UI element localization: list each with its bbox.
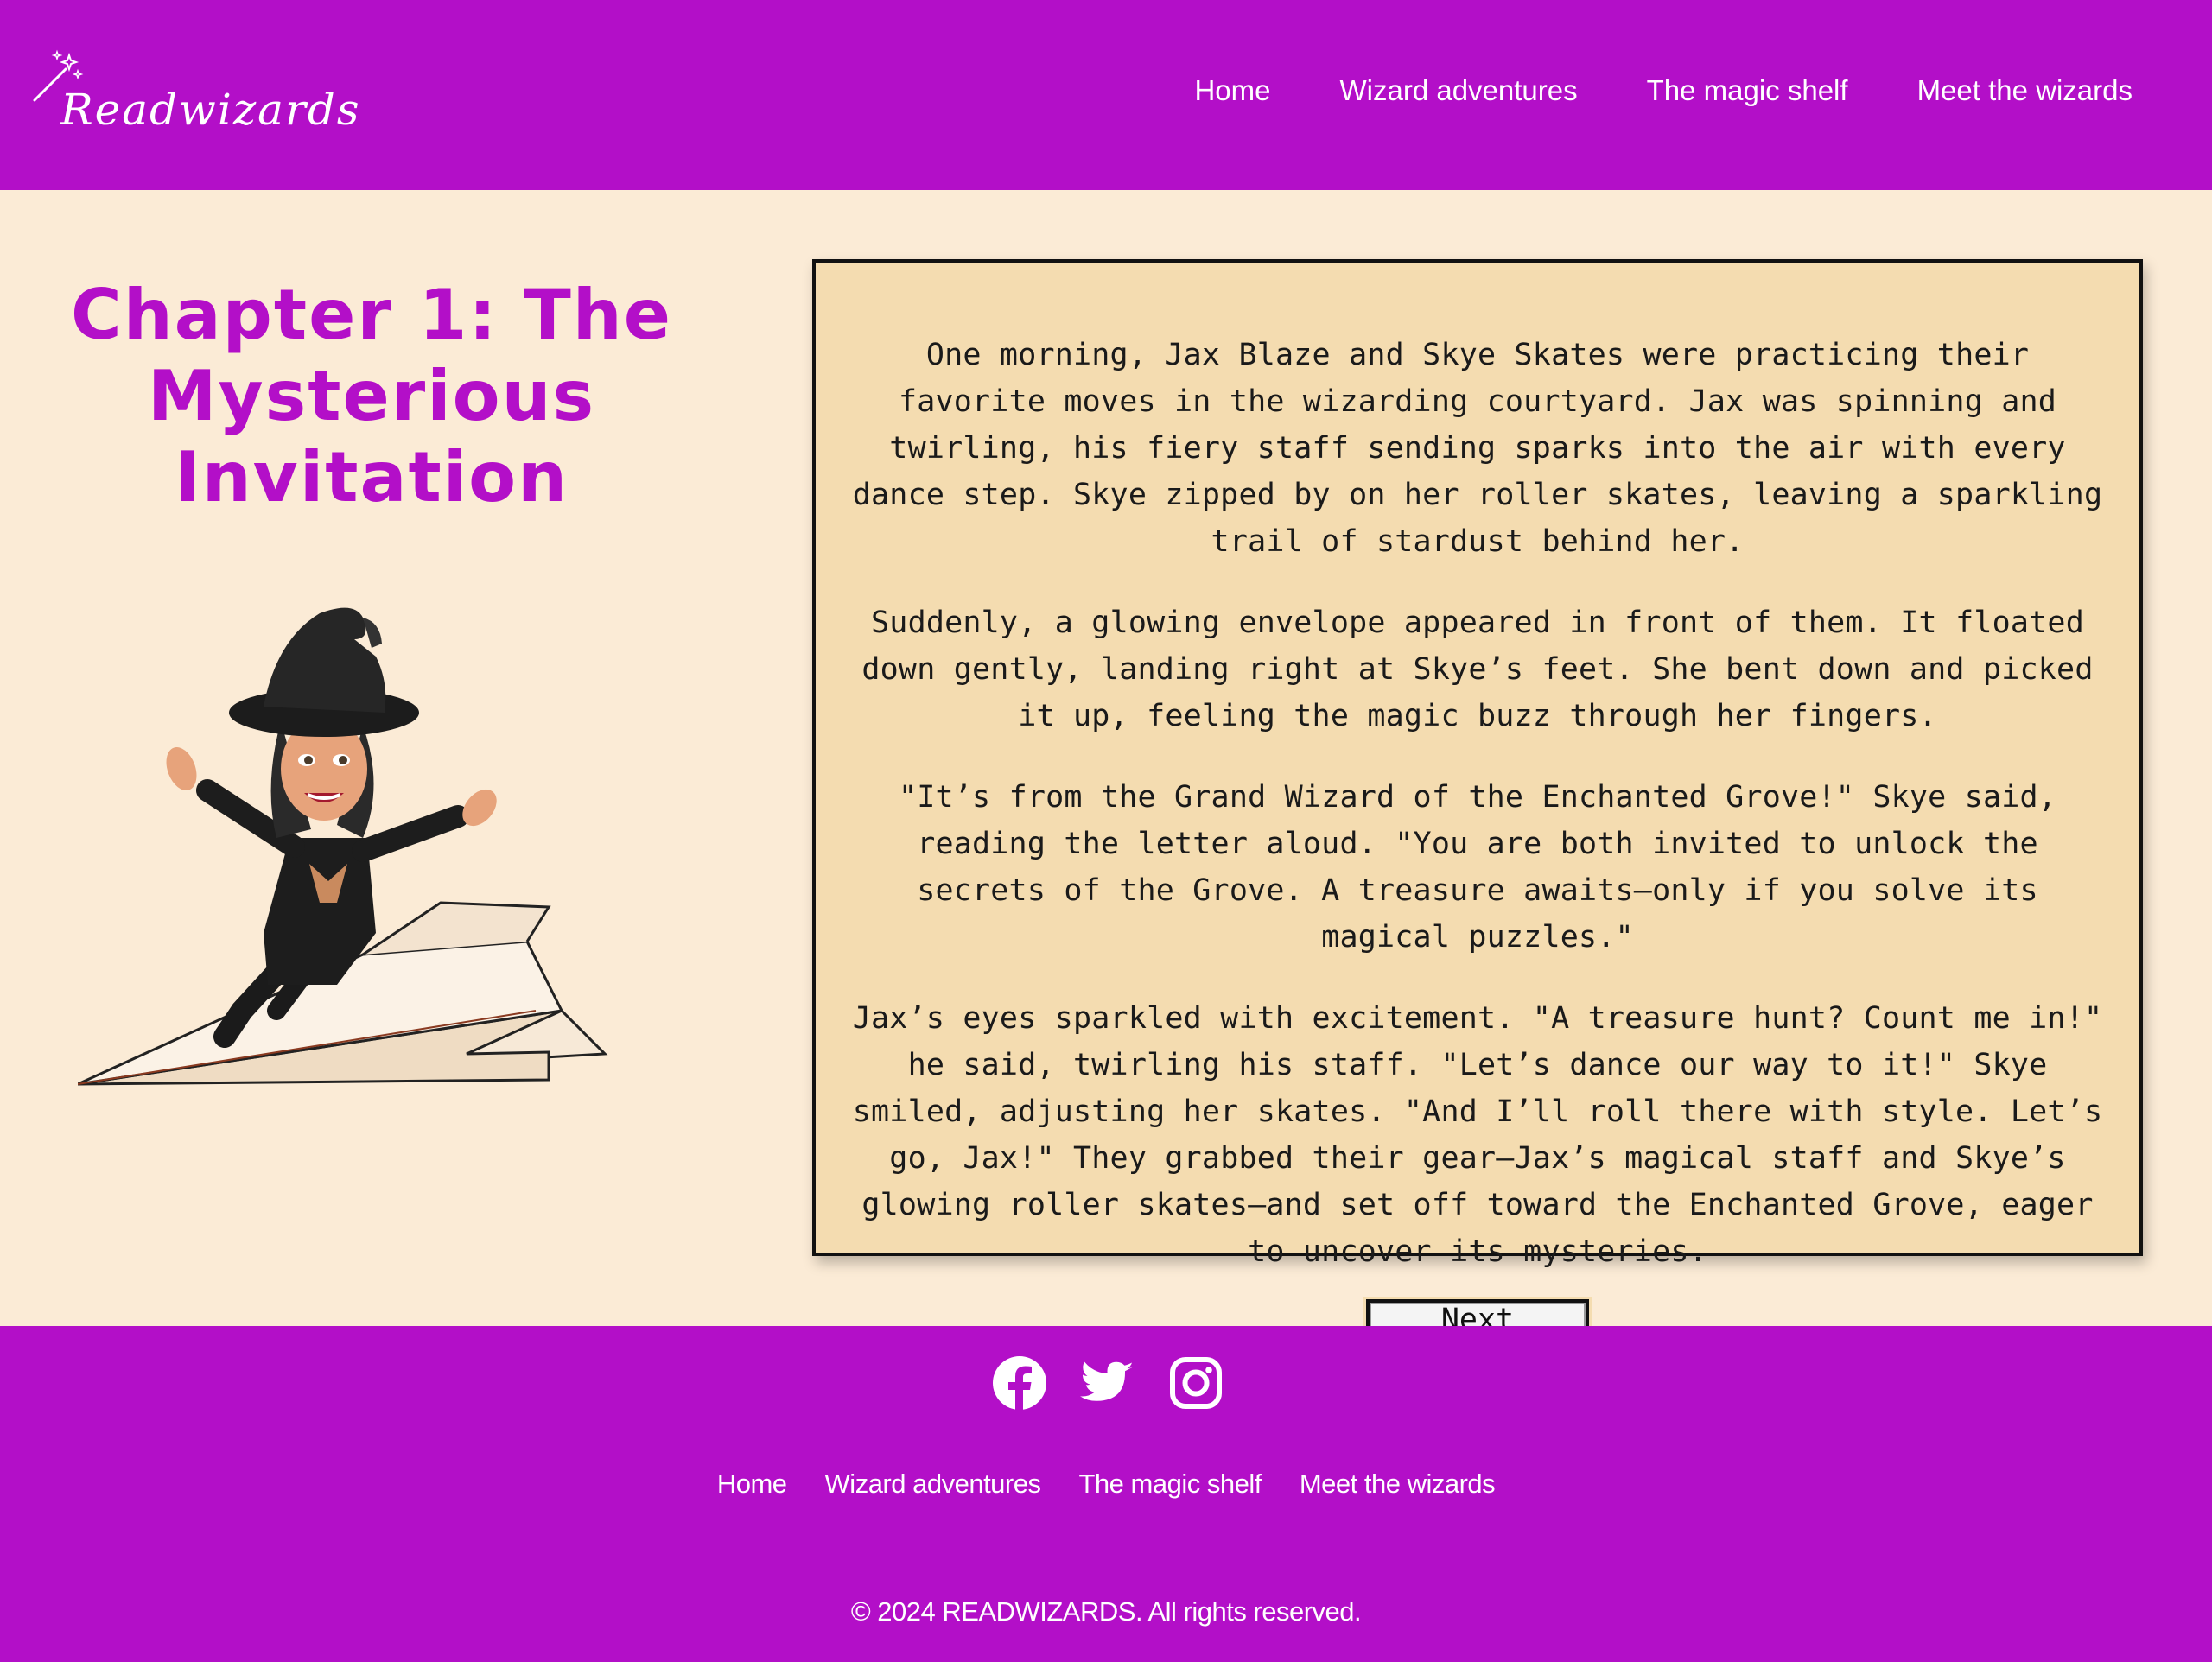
witch-on-paper-plane-illustration — [78, 607, 608, 1086]
chapter-title: Chapter 1: The Mysterious Invitation — [70, 275, 672, 517]
story-paragraph: One morning, Jax Blaze and Skye Skates w… — [852, 338, 2103, 559]
facebook-icon — [993, 1356, 1046, 1410]
site-footer: Home Wizard adventures The magic shelf M… — [0, 1326, 2212, 1662]
top-nav: Home Wizard adventures The magic shelf M… — [1194, 74, 2133, 107]
brand-logo-link[interactable]: Readwizards — [31, 48, 359, 143]
story-panel: One morning, Jax Blaze and Skye Skates w… — [812, 259, 2143, 1372]
twitter-link[interactable] — [1080, 1355, 1135, 1411]
copyright-notice: © 2024 READWIZARDS. All rights reserved. — [850, 1596, 1362, 1627]
twitter-icon — [1080, 1361, 1134, 1401]
instagram-icon — [1170, 1357, 1222, 1409]
nav-link-home[interactable]: Home — [1194, 74, 1270, 107]
instagram-link[interactable] — [1168, 1355, 1224, 1411]
brand-wordmark: Readwizards — [60, 85, 361, 135]
story-paragraph: "It’s from the Grand Wizard of the Encha… — [898, 780, 2057, 955]
story-paragraph: Jax’s eyes sparkled with excitement. "A … — [852, 1001, 2103, 1269]
footer-link-magic-shelf[interactable]: The magic shelf — [1079, 1469, 1262, 1500]
footer-nav: Home Wizard adventures The magic shelf M… — [0, 1469, 2212, 1500]
nav-link-magic-shelf[interactable]: The magic shelf — [1647, 74, 1848, 107]
footer-link-meet-wizards[interactable]: Meet the wizards — [1300, 1469, 1496, 1500]
facebook-link[interactable] — [992, 1355, 1047, 1411]
nav-link-meet-wizards[interactable]: Meet the wizards — [1917, 74, 2133, 107]
social-links — [992, 1355, 1224, 1411]
site-header: Readwizards Home Wizard adventures The m… — [0, 0, 2212, 190]
footer-link-wizard-adventures[interactable]: Wizard adventures — [825, 1469, 1041, 1500]
story-paragraph: Suddenly, a glowing envelope appeared in… — [861, 606, 2094, 733]
footer-link-home[interactable]: Home — [717, 1469, 787, 1500]
nav-link-wizard-adventures[interactable]: Wizard adventures — [1340, 74, 1578, 107]
